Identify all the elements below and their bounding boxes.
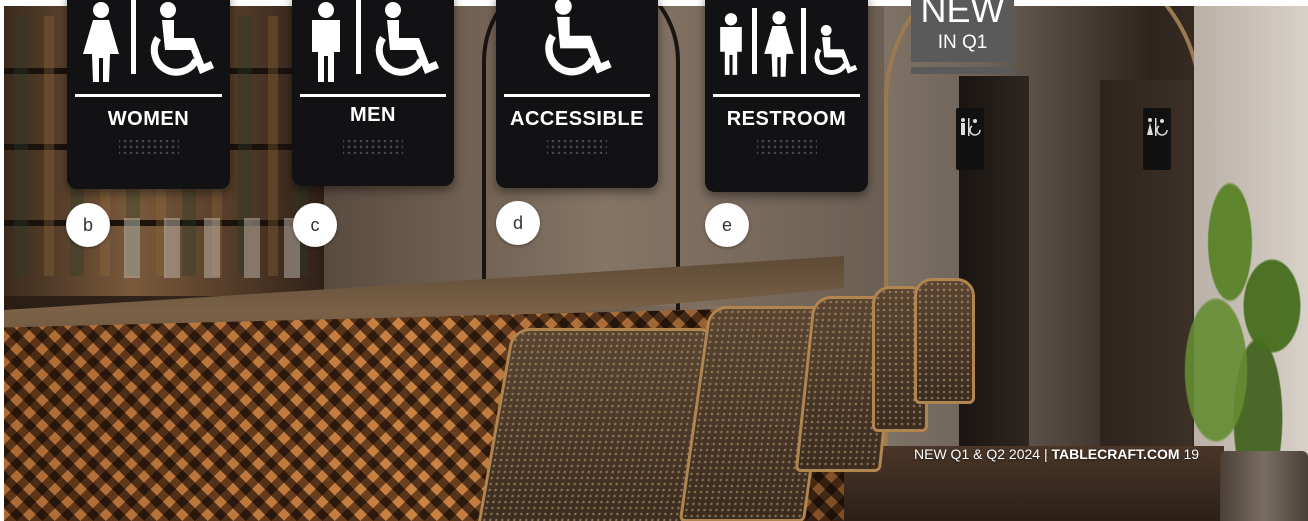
sign-label: MEN — [350, 104, 396, 126]
sign-men: MEN — [292, 0, 454, 186]
badge-quarter-text: IN Q1 — [937, 32, 988, 53]
braille-dots — [547, 140, 607, 154]
braille-dots — [343, 140, 403, 154]
sign-rule — [504, 94, 650, 97]
sign-icons — [67, 0, 230, 82]
sign-women: WOMEN — [67, 0, 230, 189]
sign-icons — [705, 0, 868, 82]
sign-label: RESTROOM — [726, 108, 847, 130]
badge-new-text: NEW — [920, 0, 1005, 30]
sign-accessible: ACCESSIBLE — [496, 0, 658, 188]
page-number: 19 — [1183, 446, 1200, 462]
new-badge: NEW IN Q1 — [911, 0, 1014, 62]
callout-e: e — [705, 203, 749, 247]
footer-site: TABLECRAFT.COM — [1051, 446, 1180, 462]
divider — [751, 8, 757, 74]
callout-d: d — [496, 201, 540, 245]
bar-stool — [914, 278, 975, 404]
wheelchair-icon — [144, 2, 218, 82]
wheelchair-icon — [810, 22, 860, 82]
potted-plant — [1174, 146, 1308, 466]
page-footer: NEW Q1 & Q2 2024 | TABLECRAFT.COM 19 — [914, 446, 1199, 462]
braille-dots — [756, 140, 817, 154]
braille-dots — [118, 140, 179, 154]
divider — [355, 0, 361, 74]
wheelchair-icon — [369, 2, 443, 82]
sign-rule — [75, 94, 222, 97]
sign-label: ACCESSIBLE — [510, 108, 644, 130]
man-icon — [714, 6, 748, 82]
woman-icon — [761, 6, 797, 82]
divider — [800, 8, 806, 74]
callout-b: b — [66, 203, 110, 247]
callout-c: c — [293, 203, 337, 247]
plant-pot — [1220, 451, 1308, 521]
divider — [131, 0, 136, 74]
badge-underline — [911, 67, 1014, 74]
wheelchair-icon — [535, 0, 619, 82]
sign-icons — [496, 0, 658, 82]
door-sign-women — [1143, 108, 1171, 170]
sign-restroom: RESTROOM — [705, 0, 868, 192]
bar-stool — [475, 328, 719, 521]
sign-rule — [300, 94, 446, 97]
footer-edition: NEW Q1 & Q2 2024 | — [914, 446, 1052, 462]
door-sign-men — [956, 108, 984, 170]
man-icon — [304, 2, 348, 82]
woman-icon — [79, 2, 123, 82]
sign-label: WOMEN — [107, 108, 190, 130]
sign-icons — [292, 0, 454, 82]
sign-rule — [713, 94, 860, 97]
